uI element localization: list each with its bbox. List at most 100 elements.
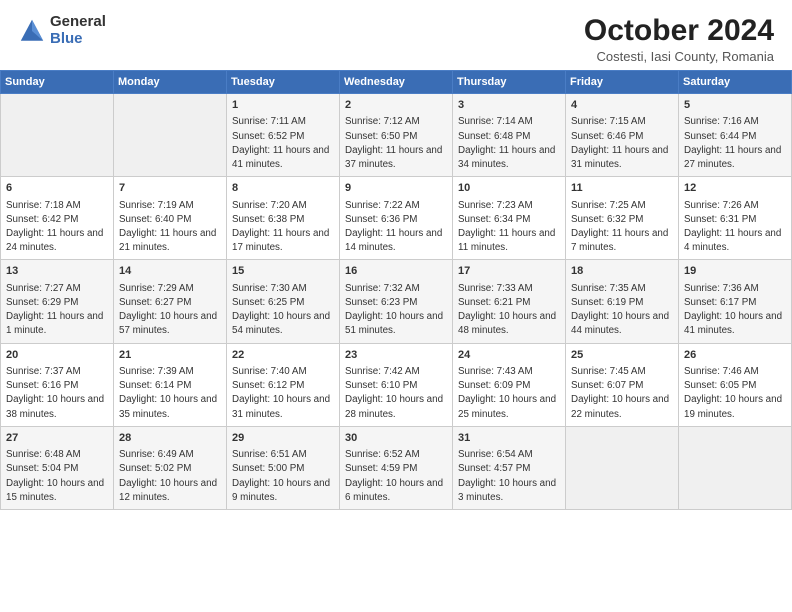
cell-content: Sunrise: 7:40 AM Sunset: 6:12 PM Dayligh… — [232, 365, 334, 422]
cell-content: Sunrise: 7:20 AM Sunset: 6:38 PM Dayligh… — [232, 199, 334, 256]
calendar-cell: 4Sunrise: 7:15 AM Sunset: 6:46 PM Daylig… — [566, 94, 679, 177]
cell-content: Sunrise: 6:52 AM Sunset: 4:59 PM Dayligh… — [345, 448, 447, 505]
day-number: 24 — [458, 348, 560, 363]
calendar-week-row: 6Sunrise: 7:18 AM Sunset: 6:42 PM Daylig… — [1, 177, 792, 260]
logo-icon — [18, 17, 46, 45]
calendar-day-header: Wednesday — [340, 71, 453, 94]
calendar-week-row: 13 Sunrise: 7:27 AM Sunset: 6:29 PM Dayli… — [1, 260, 792, 343]
cell-content: Sunrise: 7:23 AM Sunset: 6:34 PM Dayligh… — [458, 199, 560, 256]
cell-content: Sunrise: 7:14 AM Sunset: 6:48 PM Dayligh… — [458, 115, 560, 172]
calendar-cell: 28 Sunrise: 6:49 AM Sunset: 5:02 PM Dayli… — [114, 426, 227, 509]
day-number: 12 — [684, 181, 786, 196]
day-number: 21 — [119, 348, 221, 363]
day-number: 23 — [345, 348, 447, 363]
calendar-cell: 9 Sunrise: 7:22 AM Sunset: 6:36 PM Daylig… — [340, 177, 453, 260]
cell-content: Sunrise: 7:37 AM Sunset: 6:16 PM Dayligh… — [6, 365, 108, 422]
day-number: 20 — [6, 348, 108, 363]
day-number: 15 — [232, 264, 334, 279]
calendar-cell: 31 Sunrise: 6:54 AM Sunset: 4:57 PM Dayli… — [453, 426, 566, 509]
calendar-cell: 6Sunrise: 7:18 AM Sunset: 6:42 PM Daylig… — [1, 177, 114, 260]
cell-content: Sunrise: 7:18 AM Sunset: 6:42 PM Dayligh… — [6, 199, 108, 256]
cell-content: Sunrise: 7:27 AM Sunset: 6:29 PM Dayligh… — [6, 282, 108, 339]
logo-blue-text: Blue — [50, 31, 106, 48]
cell-content: Sunrise: 7:46 AM Sunset: 6:05 PM Dayligh… — [684, 365, 786, 422]
calendar-cell: 23 Sunrise: 7:42 AM Sunset: 6:10 PM Dayli… — [340, 343, 453, 426]
day-number: 1 — [232, 98, 334, 113]
calendar-week-row: 20 Sunrise: 7:37 AM Sunset: 6:16 PM Dayli… — [1, 343, 792, 426]
calendar-cell: 10 Sunrise: 7:23 AM Sunset: 6:34 PM Dayli… — [453, 177, 566, 260]
day-number: 17 — [458, 264, 560, 279]
day-number: 28 — [119, 431, 221, 446]
cell-content: Sunrise: 7:12 AM Sunset: 6:50 PM Dayligh… — [345, 115, 447, 172]
calendar-cell: 1 Sunrise: 7:11 AM Sunset: 6:52 PM Daylig… — [227, 94, 340, 177]
cell-content: Sunrise: 7:32 AM Sunset: 6:23 PM Dayligh… — [345, 282, 447, 339]
calendar-day-header: Tuesday — [227, 71, 340, 94]
calendar-cell: 29Sunrise: 6:51 AM Sunset: 5:00 PM Dayli… — [227, 426, 340, 509]
calendar-cell — [679, 426, 792, 509]
calendar-cell: 19 Sunrise: 7:36 AM Sunset: 6:17 PM Dayli… — [679, 260, 792, 343]
cell-content: Sunrise: 7:35 AM Sunset: 6:19 PM Dayligh… — [571, 282, 673, 339]
calendar-cell: 13 Sunrise: 7:27 AM Sunset: 6:29 PM Dayli… — [1, 260, 114, 343]
cell-content: Sunrise: 7:33 AM Sunset: 6:21 PM Dayligh… — [458, 282, 560, 339]
cell-content: Sunrise: 7:29 AM Sunset: 6:27 PM Dayligh… — [119, 282, 221, 339]
cell-content: Sunrise: 6:48 AM Sunset: 5:04 PM Dayligh… — [6, 448, 108, 505]
title-block: October 2024 Costesti, Iasi County, Roma… — [584, 14, 774, 64]
cell-content: Sunrise: 6:49 AM Sunset: 5:02 PM Dayligh… — [119, 448, 221, 505]
day-number: 5 — [684, 98, 786, 113]
cell-content: Sunrise: 7:36 AM Sunset: 6:17 PM Dayligh… — [684, 282, 786, 339]
calendar-cell — [1, 94, 114, 177]
calendar-day-header: Monday — [114, 71, 227, 94]
cell-content: Sunrise: 7:22 AM Sunset: 6:36 PM Dayligh… — [345, 199, 447, 256]
day-number: 26 — [684, 348, 786, 363]
location: Costesti, Iasi County, Romania — [584, 49, 774, 64]
calendar-cell: 26 Sunrise: 7:46 AM Sunset: 6:05 PM Dayli… — [679, 343, 792, 426]
calendar-cell: 16Sunrise: 7:32 AM Sunset: 6:23 PM Dayli… — [340, 260, 453, 343]
day-number: 27 — [6, 431, 108, 446]
calendar-day-header: Thursday — [453, 71, 566, 94]
day-number: 2 — [345, 98, 447, 113]
cell-content: Sunrise: 7:42 AM Sunset: 6:10 PM Dayligh… — [345, 365, 447, 422]
day-number: 3 — [458, 98, 560, 113]
header: General Blue October 2024 Costesti, Iasi… — [0, 0, 792, 70]
logo: General Blue — [18, 14, 106, 47]
calendar-week-row: 1 Sunrise: 7:11 AM Sunset: 6:52 PM Daylig… — [1, 94, 792, 177]
calendar-week-row: 27 Sunrise: 6:48 AM Sunset: 5:04 PM Dayli… — [1, 426, 792, 509]
cell-content: Sunrise: 6:51 AM Sunset: 5:00 PM Dayligh… — [232, 448, 334, 505]
calendar-cell — [114, 94, 227, 177]
cell-content: Sunrise: 6:54 AM Sunset: 4:57 PM Dayligh… — [458, 448, 560, 505]
cell-content: Sunrise: 7:39 AM Sunset: 6:14 PM Dayligh… — [119, 365, 221, 422]
calendar-cell: 11Sunrise: 7:25 AM Sunset: 6:32 PM Dayli… — [566, 177, 679, 260]
cell-content: Sunrise: 7:11 AM Sunset: 6:52 PM Dayligh… — [232, 115, 334, 172]
page: General Blue October 2024 Costesti, Iasi… — [0, 0, 792, 612]
cell-content: Sunrise: 7:16 AM Sunset: 6:44 PM Dayligh… — [684, 115, 786, 172]
calendar-cell — [566, 426, 679, 509]
calendar-cell: 7Sunrise: 7:19 AM Sunset: 6:40 PM Daylig… — [114, 177, 227, 260]
calendar-day-header: Saturday — [679, 71, 792, 94]
calendar-cell: 15Sunrise: 7:30 AM Sunset: 6:25 PM Dayli… — [227, 260, 340, 343]
calendar-cell: 25Sunrise: 7:45 AM Sunset: 6:07 PM Dayli… — [566, 343, 679, 426]
cell-content: Sunrise: 7:45 AM Sunset: 6:07 PM Dayligh… — [571, 365, 673, 422]
cell-content: Sunrise: 7:15 AM Sunset: 6:46 PM Dayligh… — [571, 115, 673, 172]
calendar-cell: 12 Sunrise: 7:26 AM Sunset: 6:31 PM Dayli… — [679, 177, 792, 260]
calendar-cell: 17 Sunrise: 7:33 AM Sunset: 6:21 PM Dayli… — [453, 260, 566, 343]
calendar-cell: 20 Sunrise: 7:37 AM Sunset: 6:16 PM Dayli… — [1, 343, 114, 426]
logo-text: General Blue — [50, 14, 106, 47]
day-number: 19 — [684, 264, 786, 279]
calendar-cell: 5 Sunrise: 7:16 AM Sunset: 6:44 PM Daylig… — [679, 94, 792, 177]
cell-content: Sunrise: 7:19 AM Sunset: 6:40 PM Dayligh… — [119, 199, 221, 256]
cell-content: Sunrise: 7:26 AM Sunset: 6:31 PM Dayligh… — [684, 199, 786, 256]
calendar-header-row: SundayMondayTuesdayWednesdayThursdayFrid… — [1, 71, 792, 94]
day-number: 30 — [345, 431, 447, 446]
calendar-cell: 24Sunrise: 7:43 AM Sunset: 6:09 PM Dayli… — [453, 343, 566, 426]
day-number: 31 — [458, 431, 560, 446]
day-number: 18 — [571, 264, 673, 279]
calendar-cell: 21 Sunrise: 7:39 AM Sunset: 6:14 PM Dayli… — [114, 343, 227, 426]
day-number: 10 — [458, 181, 560, 196]
calendar-cell: 18 Sunrise: 7:35 AM Sunset: 6:19 PM Dayli… — [566, 260, 679, 343]
day-number: 14 — [119, 264, 221, 279]
calendar-cell: 2 Sunrise: 7:12 AM Sunset: 6:50 PM Daylig… — [340, 94, 453, 177]
day-number: 13 — [6, 264, 108, 279]
day-number: 9 — [345, 181, 447, 196]
month-title: October 2024 — [584, 14, 774, 47]
calendar-table: SundayMondayTuesdayWednesdayThursdayFrid… — [0, 70, 792, 510]
